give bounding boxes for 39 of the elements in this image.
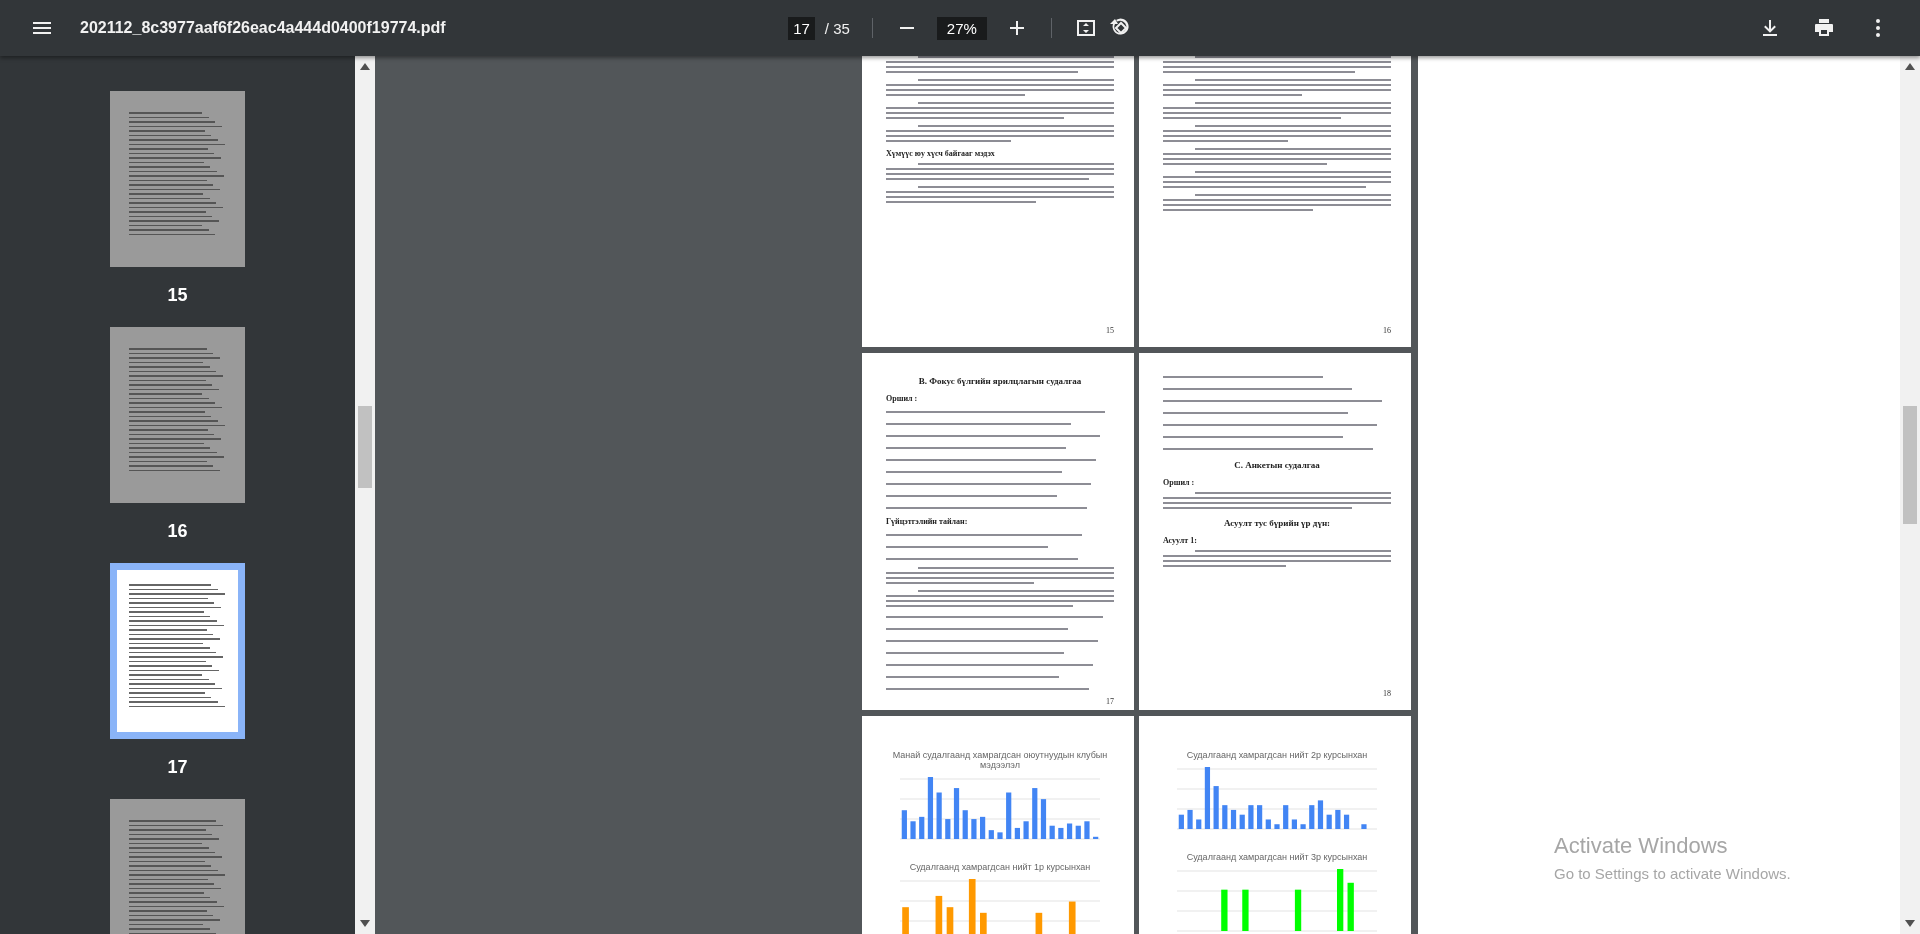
page-number: 17 bbox=[1106, 697, 1114, 706]
page-subheading: Хүмүүс юу хүсч байгааг мэдэх bbox=[886, 149, 996, 158]
scrollbar-thumb[interactable] bbox=[1903, 406, 1917, 524]
page-thumbnail[interactable] bbox=[110, 327, 245, 503]
scrollbar[interactable] bbox=[1900, 56, 1920, 934]
page-subheading: Оршил : bbox=[1163, 478, 1196, 487]
chart-title: Манай судалгаанд хамрагдсан оюутнуудын клубын мэдээлэл bbox=[891, 750, 1109, 770]
chart-title: Судалгаанд хамрагдсан нийт 2р курсынхан bbox=[1186, 750, 1368, 760]
page-number: 15 bbox=[1106, 326, 1114, 335]
page-heading: Асуулт тус бүрийн үр дүн: bbox=[1222, 518, 1332, 528]
more-icon bbox=[1876, 19, 1880, 37]
scroll-up-icon[interactable] bbox=[1905, 62, 1915, 70]
page-heading: C. Анкетын судалгаа bbox=[1233, 460, 1321, 470]
chart-title: Судалгаанд хамрагдсан нийт 1р курсынхан bbox=[909, 862, 1091, 872]
page-number-field[interactable]: 17 bbox=[788, 16, 815, 40]
chart-title: Судалгаанд хамрагдсан нийт 3р курсынхан bbox=[1186, 852, 1368, 862]
page-total: / 35 bbox=[824, 19, 850, 37]
page-heading: B. Фокус бүлгийн ярилцлагын судалгаа bbox=[917, 376, 1083, 386]
thumbnail-page-number: 16 bbox=[167, 521, 188, 542]
minus-icon bbox=[899, 27, 914, 29]
scroll-down-icon[interactable] bbox=[360, 920, 370, 928]
page-subheading: Оршил : bbox=[886, 394, 919, 403]
page-thumbnail[interactable] bbox=[110, 799, 245, 934]
page-number: 18 bbox=[1383, 689, 1391, 698]
thumbnail-page-number: 15 bbox=[167, 285, 188, 306]
page-subheading: Гүйцэтгэлийн тайлан: bbox=[886, 517, 969, 526]
page-thumbnail[interactable] bbox=[110, 563, 245, 739]
activation-message: Go to Settings to activate Windows. bbox=[1554, 865, 1791, 882]
scroll-down-icon[interactable] bbox=[1905, 920, 1915, 928]
zoom-field[interactable]: 27% bbox=[936, 16, 987, 40]
page-subheading: Асуулт 1: bbox=[1163, 536, 1198, 545]
page-thumbnail[interactable] bbox=[110, 91, 245, 267]
scrollbar-thumb[interactable] bbox=[358, 406, 372, 488]
file-name: 202112_8c3977aaf6f26eac4a444d0400f19774.pdf bbox=[80, 19, 446, 37]
activation-title: Activate Windows bbox=[1554, 833, 1729, 859]
scrollbar[interactable] bbox=[355, 56, 375, 934]
page-number: 16 bbox=[1383, 326, 1391, 335]
scroll-up-icon[interactable] bbox=[360, 62, 370, 70]
thumbnail-page-number: 17 bbox=[167, 757, 188, 778]
